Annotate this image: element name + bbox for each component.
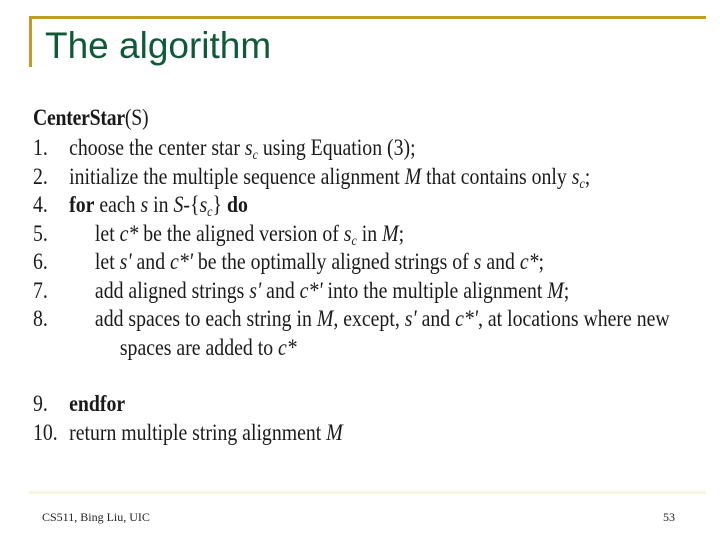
step-text-fragment: let <box>94 249 120 274</box>
step-text-fragment: and <box>131 249 171 274</box>
step-text-fragment: in <box>148 192 174 217</box>
page-number: 53 <box>663 510 675 524</box>
step-text: spaces are added to c* <box>120 336 297 359</box>
step-text-fragment: be the optimally aligned strings of <box>192 249 474 274</box>
algorithm-step: 9. endfor <box>33 392 148 421</box>
math-symbol: s' <box>249 277 262 303</box>
algorithm-step: 4. for each s in S-{sc} do <box>33 192 248 222</box>
math-symbol: S <box>173 192 184 217</box>
step-text: return multiple string alignment M <box>69 421 343 444</box>
algorithm-header: CenterStar(S) <box>33 105 149 136</box>
step-number: 9. <box>33 391 48 416</box>
algorithm-step: 10. return multiple string alignment M <box>33 419 343 450</box>
step-text-fragment: return multiple string alignment <box>69 419 327 445</box>
step-text: endfor <box>69 392 125 415</box>
step-text: add spaces to each string in M, except, … <box>95 307 670 330</box>
algorithm-step: 1. choose the center star sc using Equati… <box>33 135 416 165</box>
step-text-fragment: initialize the multiple sequence alignme… <box>69 163 405 189</box>
keyword: endfor <box>69 391 126 416</box>
step-text-fragment: , at locations where new <box>478 306 670 331</box>
step-text-fragment: be the aligned version of <box>138 220 344 246</box>
keyword: do <box>226 192 248 217</box>
step-text-fragment: and <box>416 306 456 331</box>
title-left-rule <box>29 16 32 67</box>
algorithm-step: 6. let s' and c*' be the optimally aligne… <box>33 249 544 279</box>
algorithm-steps: 1. choose the center star sc using Equati… <box>33 135 670 450</box>
algorithm-param: (S) <box>124 105 149 130</box>
step-text-fragment: ; <box>563 277 570 303</box>
math-symbol: c* <box>119 220 139 246</box>
step-number: 10. <box>33 419 58 445</box>
step-text-fragment: in <box>356 220 383 246</box>
math-symbol: s' <box>119 249 132 274</box>
step-number: 5. <box>33 220 48 246</box>
step-text-fragment: , except, <box>333 306 405 331</box>
algorithm-block: CenterStar(S) 1. choose the center star s… <box>33 105 670 450</box>
step-spacer <box>33 364 148 392</box>
math-symbol: M <box>326 419 343 445</box>
math-symbol: s' <box>404 306 417 331</box>
algorithm-step: 7. add aligned strings s' and c*' into th… <box>33 277 569 308</box>
math-symbol: c* <box>519 249 539 274</box>
title-top-rule <box>29 16 318 19</box>
step-text-fragment: ; <box>398 220 405 246</box>
step-text-fragment: spaces are added to <box>119 334 279 360</box>
step-text-fragment: each <box>94 192 141 217</box>
math-symbol: s <box>199 192 208 217</box>
step-text: add aligned strings s' and c*' into the … <box>95 279 569 302</box>
step-number: 7. <box>33 277 48 303</box>
step-number: 1. <box>33 135 48 160</box>
algorithm-step: 8. add spaces to each string in M, except… <box>33 306 670 336</box>
math-symbol: s <box>140 192 149 217</box>
step-text-fragment: that contains only <box>421 163 572 189</box>
math-symbol: c*' <box>170 249 193 274</box>
footer-rule <box>29 491 706 494</box>
step-text-fragment: let <box>94 220 120 246</box>
algorithm-name: CenterStar <box>33 105 125 130</box>
keyword: for <box>69 192 95 217</box>
step-text-fragment: add spaces to each string in <box>94 306 317 331</box>
math-symbol: M <box>547 277 564 303</box>
title-top-rule-extension <box>318 16 706 19</box>
step-number: 4. <box>33 192 48 217</box>
step-text-fragment: into the multiple alignment <box>322 277 548 303</box>
step-text: let s' and c*' be the optimally aligned … <box>95 250 544 273</box>
step-text-fragment: and <box>481 249 520 274</box>
math-symbol: M <box>382 220 399 246</box>
step-text-fragment: ; <box>538 249 545 274</box>
step-number: 2. <box>33 163 48 189</box>
math-symbol: c*' <box>299 277 323 303</box>
step-text: choose the center star sc using Equation… <box>69 135 416 163</box>
algorithm-step: 5. let c* be the aligned version of sc in… <box>33 220 404 251</box>
step-text: let c* be the aligned version of sc in M… <box>94 220 405 249</box>
step-text-fragment: -{ <box>183 192 200 217</box>
math-symbol: M <box>404 163 422 189</box>
step-text-fragment: ; <box>584 163 591 189</box>
algorithm-step: 2. initialize the multiple sequence align… <box>33 163 590 194</box>
step-text: for each s in S-{sc} do <box>69 192 248 220</box>
step-text-fragment: using Equation (3); <box>257 135 416 160</box>
step-text-fragment: add aligned strings <box>94 277 250 303</box>
step-text: initialize the multiple sequence alignme… <box>69 163 591 192</box>
math-symbol: M <box>316 306 334 331</box>
step-number: 8. <box>33 306 48 331</box>
algorithm-step-continuation: spaces are added to c* <box>33 336 297 365</box>
math-symbol: c*' <box>455 306 479 331</box>
step-number: 6. <box>33 249 48 274</box>
slide-title: The algorithm <box>45 25 272 66</box>
math-symbol: c* <box>278 334 297 360</box>
step-text-fragment: choose the center star <box>69 135 245 160</box>
footer-credit: CS511, Bing Liu, UIC <box>42 510 150 524</box>
step-text-fragment: and <box>261 277 300 303</box>
step-text-fragment: } <box>212 192 227 217</box>
